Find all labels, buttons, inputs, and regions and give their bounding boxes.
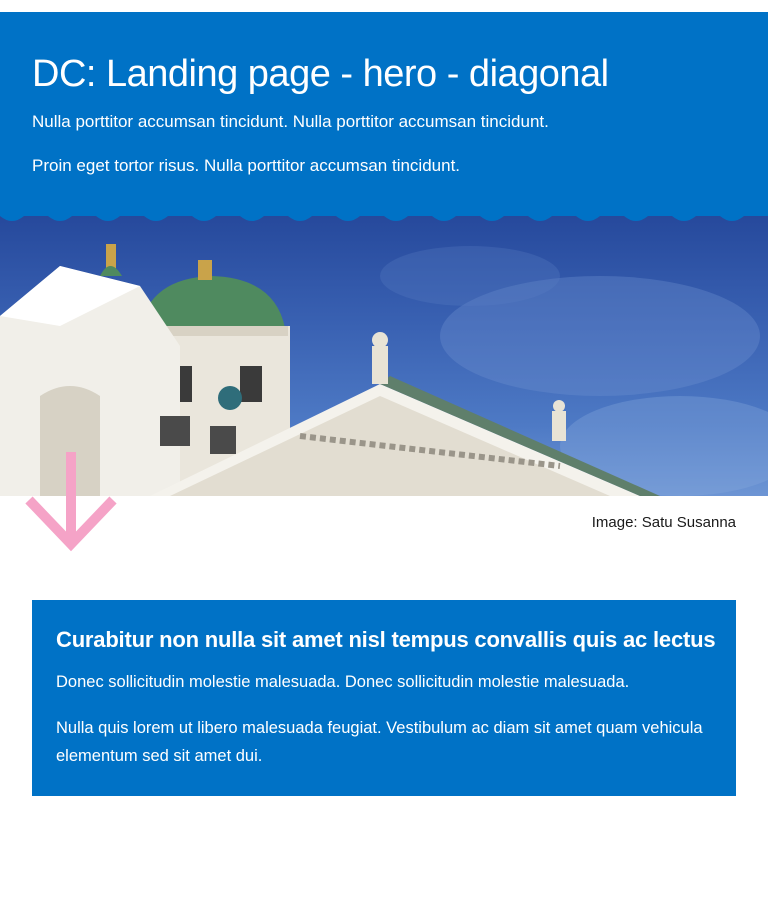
hero-section: DC: Landing page - hero - diagonal Nulla… xyxy=(0,12,768,216)
card-title: Curabitur non nulla sit amet nisl tempus… xyxy=(56,627,716,652)
hero-wave-divider xyxy=(0,206,768,221)
card-paragraph-2: Nulla quis lorem ut libero malesuada feu… xyxy=(56,719,703,765)
hero-paragraph-1: Nulla porttitor accumsan tincidunt. Null… xyxy=(32,112,549,131)
card-paragraph-1: Donec sollicitudin molestie malesuada. D… xyxy=(56,673,630,691)
arrow-down-icon[interactable] xyxy=(24,450,120,554)
hero-title: DC: Landing page - hero - diagonal xyxy=(32,53,609,95)
hero-paragraph-2: Proin eget tortor risus. Nulla porttitor… xyxy=(32,156,461,175)
info-card: Curabitur non nulla sit amet nisl tempus… xyxy=(32,600,736,796)
image-caption: Image: Satu Susanna xyxy=(591,514,736,531)
